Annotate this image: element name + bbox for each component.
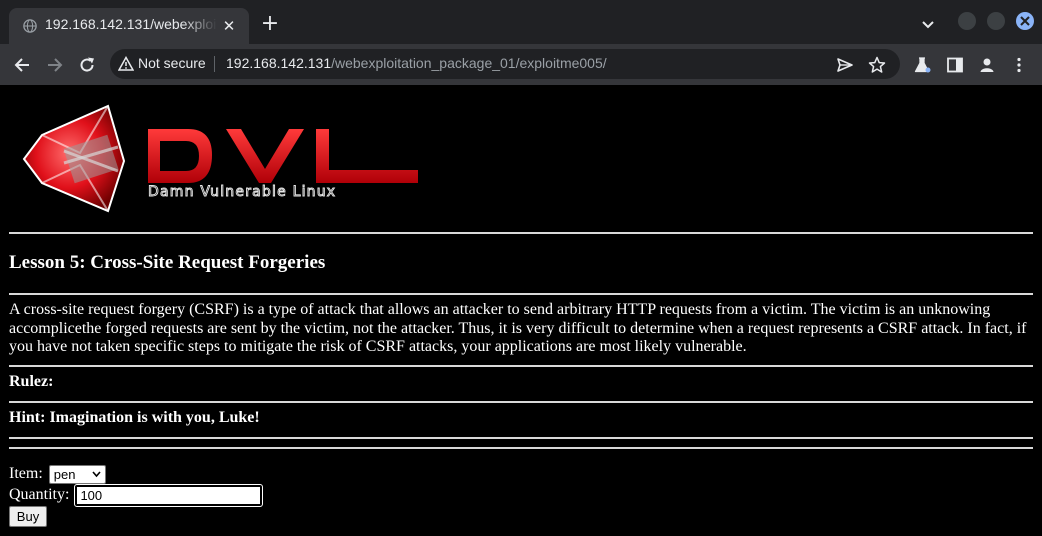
- close-icon: [1020, 16, 1030, 26]
- side-panel-icon[interactable]: [946, 56, 964, 74]
- divider: [9, 293, 1033, 295]
- warning-icon[interactable]: [118, 56, 134, 72]
- chevron-down-icon: [92, 471, 101, 478]
- dvl-logo: Damn Vulnerable Linux: [22, 104, 418, 213]
- address-separator: [214, 56, 215, 72]
- page-title: Lesson 5: Cross-Site Request Forgeries: [9, 252, 326, 273]
- window-close-button[interactable]: [1016, 12, 1034, 30]
- lesson-description: A cross-site request forgery (CSRF) is a…: [9, 301, 1027, 355]
- page-content: Damn Vulnerable Linux Lesson 5: Cross-Si…: [0, 85, 1042, 536]
- url-path: /webexploitation_package_01/exploitme005…: [331, 55, 607, 71]
- buy-button[interactable]: Buy: [9, 506, 47, 527]
- divider: [9, 447, 1033, 449]
- star-icon[interactable]: [868, 56, 886, 74]
- reload-icon[interactable]: [78, 56, 96, 74]
- url-host: 192.168.142.131: [226, 55, 332, 71]
- item-select-value: pen: [53, 467, 76, 482]
- lab-flask-icon[interactable]: [913, 56, 931, 74]
- divider: [9, 437, 1033, 439]
- rules-label: Rulez:: [9, 373, 54, 390]
- globe-icon: [23, 19, 37, 33]
- logo-subtitle: Damn Vulnerable Linux: [148, 184, 336, 200]
- chevron-down-icon[interactable]: [920, 16, 936, 32]
- security-label[interactable]: Not secure: [138, 55, 206, 71]
- item-label: Item:: [9, 465, 43, 483]
- url-text[interactable]: 192.168.142.131/webexploitation_package_…: [226, 55, 607, 71]
- close-icon[interactable]: ✕: [221, 18, 237, 34]
- quantity-label: Quantity:: [9, 486, 70, 504]
- item-select[interactable]: pen: [48, 465, 106, 484]
- tab-title: 192.168.142.131/webexploitation_package_…: [45, 16, 217, 32]
- item-row: Item: pen: [9, 465, 106, 484]
- maximize-button[interactable]: [987, 12, 1005, 30]
- plus-icon[interactable]: +: [260, 13, 280, 35]
- divider: [9, 232, 1033, 234]
- minimize-button[interactable]: [958, 12, 976, 30]
- send-icon[interactable]: [836, 56, 854, 74]
- quantity-input[interactable]: 100: [74, 484, 264, 507]
- hint-text: Hint: Imagination is with you, Luke!: [9, 409, 260, 426]
- divider: [9, 401, 1033, 403]
- back-arrow-icon[interactable]: [13, 56, 31, 74]
- forward-arrow-icon[interactable]: [46, 56, 64, 74]
- browser-tab-bar: 192.168.142.131/webexploitation_package_…: [0, 0, 1042, 44]
- profile-icon[interactable]: [978, 56, 996, 74]
- divider: [9, 365, 1033, 367]
- address-bar[interactable]: Not secure 192.168.142.131/webexploitati…: [110, 49, 900, 79]
- more-vert-icon[interactable]: [1010, 56, 1028, 74]
- quantity-row: Quantity: 100: [9, 484, 264, 507]
- browser-toolbar: Not secure 192.168.142.131/webexploitati…: [0, 44, 1042, 85]
- browser-tab[interactable]: 192.168.142.131/webexploitation_package_…: [9, 8, 249, 44]
